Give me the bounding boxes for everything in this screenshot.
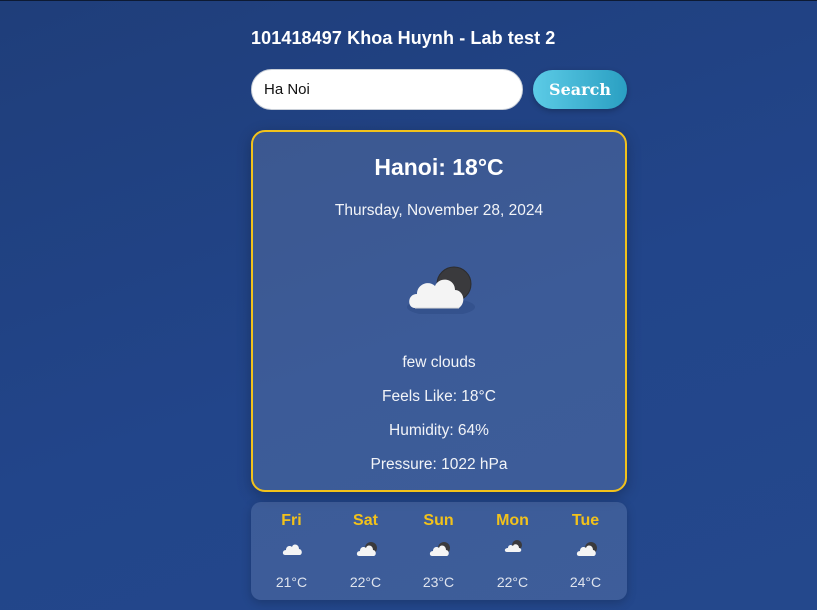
- few-clouds-night-icon: [407, 266, 475, 314]
- search-bar: Search: [251, 69, 627, 110]
- city-search-input[interactable]: [251, 69, 523, 110]
- forecast-day-name: Sun: [423, 512, 454, 529]
- forecast-day: Tue 24°C: [549, 502, 622, 600]
- few-clouds-night-icon: [429, 542, 450, 556]
- forecast-day-name: Mon: [496, 512, 529, 529]
- forecast-day: Fri 21°C: [255, 502, 328, 600]
- few-clouds-night-icon: [576, 542, 597, 556]
- page-title: 101418497 Khoa Huynh - Lab test 2: [251, 28, 556, 48]
- forecast-day-name: Fri: [281, 512, 302, 529]
- forecast-day: Sat 22°C: [329, 502, 402, 600]
- forecast-day: Mon 22°C: [476, 502, 549, 600]
- forecast-day: Sun 23°C: [402, 502, 475, 600]
- five-day-forecast: Fri 21°C Sat 22°C Sun 23°C Mon 22°C Tue …: [251, 502, 627, 600]
- forecast-temp: 21°C: [275, 574, 308, 590]
- cloud-icon: [282, 544, 302, 555]
- forecast-day-name: Sat: [353, 512, 378, 529]
- forecast-temp: 22°C: [349, 574, 382, 590]
- forecast-temp: 22°C: [496, 574, 529, 590]
- current-weather-card: Hanoi: 18°C Thursday, November 28, 2024 …: [251, 130, 627, 492]
- pressure: Pressure: 1022 hPa: [370, 456, 508, 473]
- forecast-temp: 23°C: [422, 574, 455, 590]
- city-temperature-heading: Hanoi: 18°C: [374, 154, 504, 180]
- few-clouds-night-icon: [504, 540, 522, 552]
- humidity: Humidity: 64%: [389, 422, 489, 439]
- forecast-temp: 24°C: [569, 574, 602, 590]
- feels-like: Feels Like: 18°C: [382, 388, 496, 405]
- forecast-day-name: Tue: [571, 512, 600, 529]
- current-date: Thursday, November 28, 2024: [334, 202, 544, 219]
- weather-description: few clouds: [402, 354, 476, 371]
- few-clouds-night-icon: [356, 542, 377, 556]
- search-button[interactable]: Search: [533, 70, 627, 109]
- window-top-edge: [0, 0, 817, 1]
